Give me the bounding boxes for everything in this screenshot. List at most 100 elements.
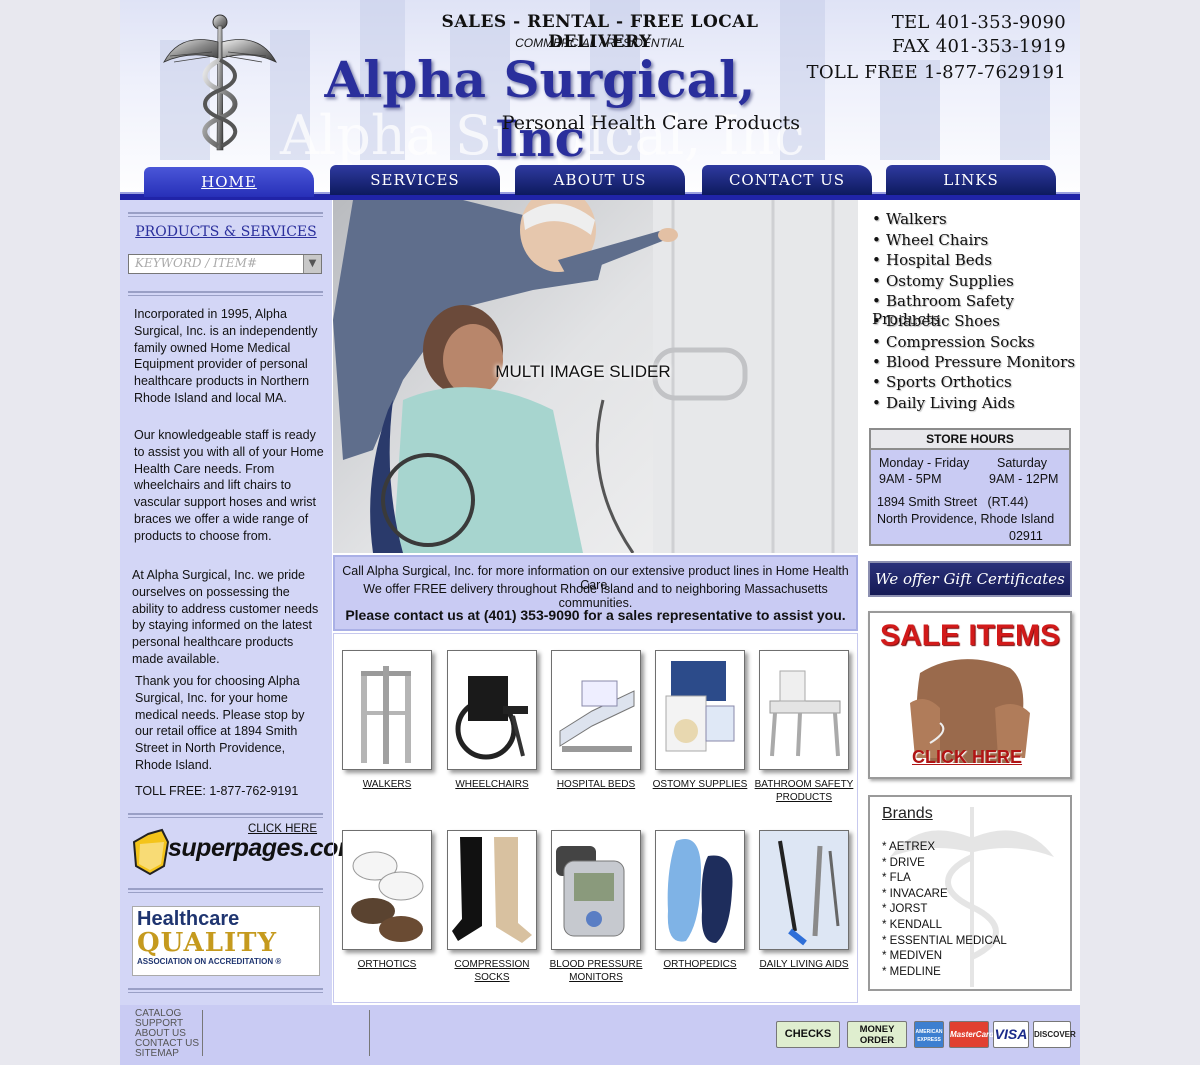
category-link[interactable]: • Sports Orthotics — [872, 373, 1012, 391]
category-label[interactable]: Diabetic Shoes — [886, 312, 1000, 330]
hospital-bed-thumbnail[interactable] — [551, 650, 641, 770]
product-card-wheelchairs[interactable]: WHEELCHAIRS — [442, 650, 542, 791]
sale-click-here-link[interactable]: CLICK HERE — [912, 747, 1022, 768]
image-slider[interactable]: MULTI IMAGE SLIDER — [333, 200, 858, 553]
info-line-2: We offer FREE delivery throughout Rhode … — [363, 582, 828, 610]
saturday-label: Saturday — [997, 456, 1048, 470]
product-card-ostomy-supplies[interactable]: OSTOMY SUPPLIES — [650, 650, 750, 791]
bullet-icon: • — [872, 210, 881, 228]
sale-items-title: SALE ITEMS — [880, 619, 1061, 652]
healthcare-quality-badge[interactable]: Healthcare QUALITY ASSOCIATION ON ACCRED… — [132, 906, 320, 976]
product-card-orthotics[interactable]: ORTHOTICS — [337, 830, 437, 971]
product-label[interactable]: HOSPITAL BEDS — [546, 778, 646, 791]
main-nav: HOME SERVICES ABOUT US CONTACT US LINKS — [120, 163, 1080, 200]
address-line-1: 1894 Smith Street (RT.44) — [877, 495, 1029, 509]
visa-icon: VISA — [993, 1021, 1029, 1048]
brand-item: * KENDALL — [882, 919, 943, 931]
ostomy-supplies-thumbnail[interactable] — [655, 650, 745, 770]
tab-about-us[interactable]: ABOUT US — [515, 165, 685, 195]
product-label[interactable]: WHEELCHAIRS — [442, 778, 542, 791]
category-label[interactable]: Sports Orthotics — [886, 373, 1012, 391]
toll-free-number: TOLL FREE 1-877-7629191 — [806, 62, 1066, 83]
tab-links[interactable]: LINKS — [886, 165, 1056, 195]
page: SALES - RENTAL - FREE LOCAL DELIVERY COM… — [120, 0, 1080, 1065]
product-label[interactable]: ORTHOPEDICS — [650, 958, 750, 971]
product-label[interactable]: COMPRESSION SOCKS — [442, 958, 542, 984]
company-subtitle: Personal Health Care Products — [501, 112, 800, 134]
daily-living-aids-thumbnail[interactable] — [759, 830, 849, 950]
product-label[interactable]: BATHROOM SAFETY PRODUCTS — [754, 778, 854, 804]
product-card-hospital-beds[interactable]: HOSPITAL BEDS — [546, 650, 646, 791]
blood-pressure-thumbnail[interactable] — [551, 830, 641, 950]
sale-items-banner[interactable]: SALE ITEMS CLICK HERE — [868, 611, 1072, 779]
discover-icon: DISCOVER — [1033, 1021, 1076, 1048]
site-header: SALES - RENTAL - FREE LOCAL DELIVERY COM… — [120, 0, 1080, 200]
category-link[interactable]: • Daily Living Aids — [872, 394, 1015, 412]
product-label[interactable]: BLOOD PRESSURE MONITORS — [546, 958, 646, 984]
walker-thumbnail[interactable] — [342, 650, 432, 770]
category-link[interactable]: • Compression Socks — [872, 333, 1035, 351]
product-label[interactable]: ORTHOTICS — [337, 958, 437, 971]
dropdown-arrow-icon[interactable]: ▼ — [303, 255, 321, 273]
footer-link-sitemap[interactable]: SITEMAP — [135, 1048, 179, 1059]
telephone-number: TEL 401-353-9090 — [891, 12, 1066, 33]
category-label[interactable]: Ostomy Supplies — [886, 272, 1014, 290]
orthopedics-thumbnail[interactable] — [655, 830, 745, 950]
right-sidebar: • Walkers • Wheel Chairs • Hospital Beds • O… — [860, 200, 1080, 1005]
product-card-bathroom-safety[interactable]: BATHROOM SAFETY PRODUCTS — [754, 650, 854, 804]
keyword-search-input[interactable]: KEYWORD / ITEM# ▼ — [128, 254, 322, 274]
category-label[interactable]: Daily Living Aids — [886, 394, 1015, 412]
bullet-icon: • — [872, 251, 881, 269]
weekday-label: Monday - Friday — [879, 456, 970, 470]
product-label[interactable]: OSTOMY SUPPLIES — [650, 778, 750, 791]
category-label[interactable]: Compression Socks — [886, 333, 1035, 351]
bullet-icon: • — [872, 353, 881, 371]
tab-contact-us[interactable]: CONTACT US — [702, 165, 872, 195]
product-card-walkers[interactable]: WALKERS — [337, 650, 437, 791]
products-services-title[interactable]: PRODUCTS & SERVICES — [120, 224, 332, 240]
category-link[interactable]: • Hospital Beds — [872, 251, 992, 269]
orthotics-thumbnail[interactable] — [342, 830, 432, 950]
category-label[interactable]: Blood Pressure Monitors — [886, 353, 1075, 371]
hq-line-2: QUALITY — [137, 928, 278, 958]
category-link[interactable]: • Wheel Chairs — [872, 231, 988, 249]
category-label[interactable]: Walkers — [886, 210, 947, 228]
category-link[interactable]: • Diabetic Shoes — [872, 312, 1000, 330]
compression-socks-thumbnail[interactable] — [447, 830, 537, 950]
mastercard-icon: MasterCard — [949, 1021, 994, 1048]
about-paragraph-3: At Alpha Surgical, Inc. we pride ourselv… — [132, 568, 319, 666]
category-link[interactable]: • Ostomy Supplies — [872, 272, 1014, 290]
category-label[interactable]: Hospital Beds — [886, 251, 992, 269]
tab-services[interactable]: SERVICES — [330, 165, 500, 195]
bullet-icon: • — [872, 373, 881, 391]
wheelchair-thumbnail[interactable] — [447, 650, 537, 770]
store-hours-box: STORE HOURS Monday - Friday 9AM - 5PM Sa… — [869, 428, 1071, 546]
category-link[interactable]: • Blood Pressure Monitors — [872, 353, 1075, 371]
category-label[interactable]: Wheel Chairs — [886, 231, 988, 249]
product-label[interactable]: DAILY LIVING AIDS — [754, 958, 854, 971]
product-card-orthopedics[interactable]: ORTHOPEDICS — [650, 830, 750, 971]
bathroom-safety-thumbnail[interactable] — [759, 650, 849, 770]
bullet-icon: • — [872, 312, 881, 330]
tab-home[interactable]: HOME — [144, 167, 314, 197]
product-card-daily-living-aids[interactable]: DAILY LIVING AIDS — [754, 830, 854, 971]
divider — [128, 988, 323, 993]
slider-caption: MULTI IMAGE SLIDER — [495, 362, 671, 381]
about-paragraph-4: Thank you for choosing Alpha Surgical, I… — [135, 674, 305, 772]
superpages-logo-text[interactable]: superpages.com — [168, 834, 360, 863]
product-label[interactable]: WALKERS — [337, 778, 437, 791]
gift-certificates-button[interactable]: We offer Gift Certificates — [868, 561, 1072, 597]
brands-box: Brands * AETREX * DRIVE * FLA * INVACARE… — [868, 795, 1072, 991]
product-card-compression-socks[interactable]: COMPRESSION SOCKS — [442, 830, 542, 984]
brand-item: * AETREX — [882, 841, 936, 853]
info-banner: Call Alpha Surgical, Inc. for more infor… — [333, 555, 858, 631]
bullet-icon: • — [872, 272, 881, 290]
category-link[interactable]: • Walkers — [872, 210, 947, 228]
fax-number: FAX 401-353-1919 — [892, 36, 1066, 57]
divider — [128, 813, 323, 818]
footer-divider — [369, 1010, 370, 1056]
store-hours-title: STORE HOURS — [871, 430, 1069, 450]
american-express-icon: AMERICAN EXPRESS — [914, 1021, 944, 1048]
product-card-blood-pressure[interactable]: BLOOD PRESSURE MONITORS — [546, 830, 646, 984]
brand-item: * JORST — [882, 903, 928, 915]
